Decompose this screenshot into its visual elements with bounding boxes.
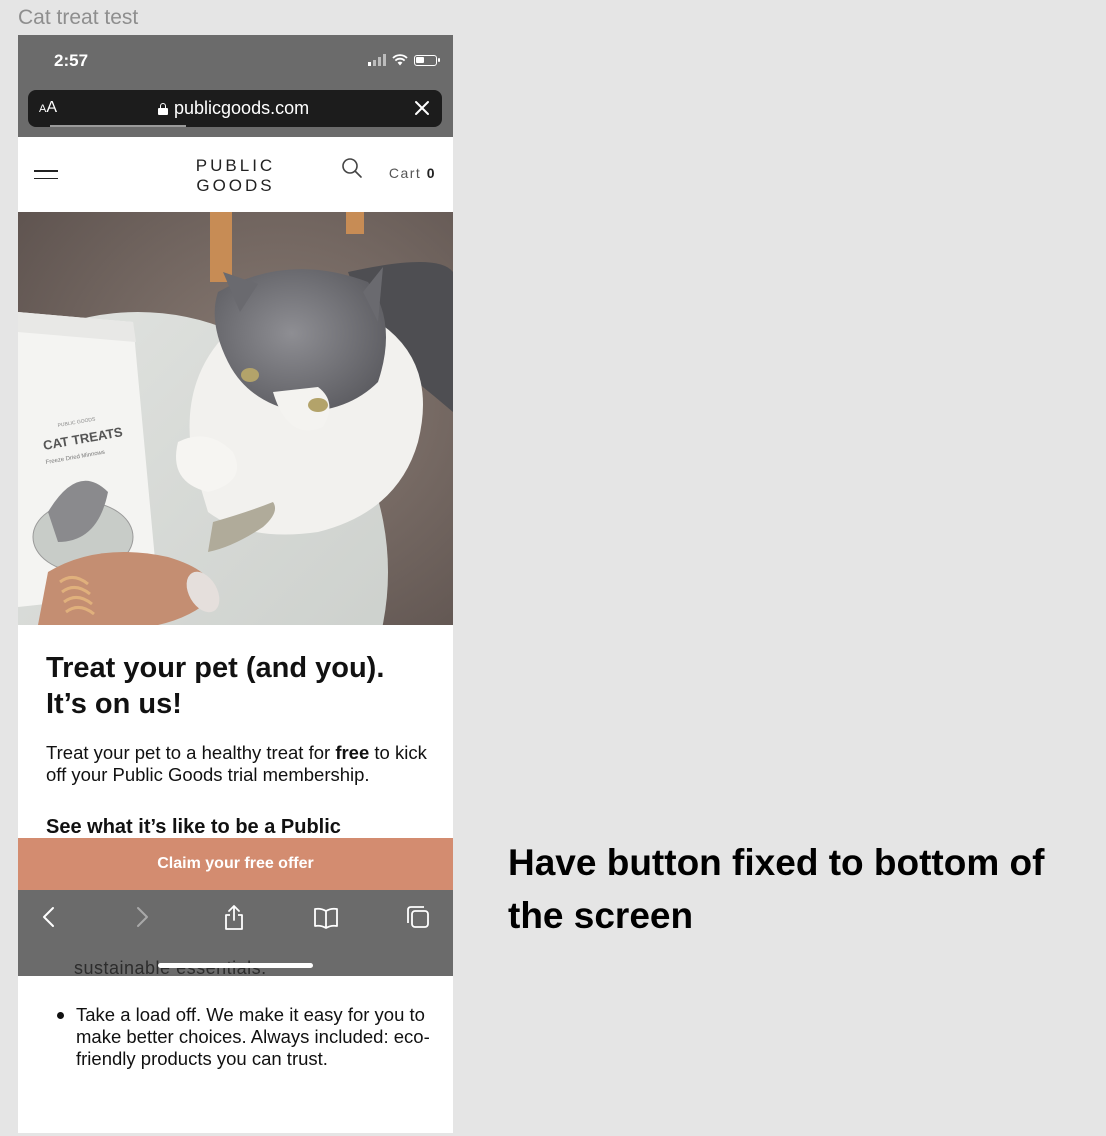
text-size-button[interactable]: AA bbox=[39, 99, 57, 117]
site-logo[interactable]: PUBLIC GOODS bbox=[18, 156, 453, 196]
cart-count: 0 bbox=[426, 165, 436, 181]
benefits-list: Take a load off. We make it easy for you… bbox=[54, 1004, 444, 1070]
close-icon[interactable] bbox=[412, 98, 432, 118]
frame-title: Cat treat test bbox=[18, 6, 139, 29]
forward-icon[interactable] bbox=[129, 904, 155, 930]
design-annotation: Have button fixed to bottom of the scree… bbox=[508, 842, 1045, 936]
browser-toolbar: sustainable essentials. bbox=[18, 890, 453, 976]
battery-icon bbox=[414, 55, 440, 66]
page-load-progress bbox=[50, 125, 186, 127]
section-subhead: See what it’s like to be a Public bbox=[46, 816, 341, 838]
wifi-icon bbox=[392, 54, 408, 66]
offer-content: Treat your pet (and you). It’s on us! Tr… bbox=[46, 650, 436, 839]
bullet-dot bbox=[57, 1012, 64, 1019]
claim-offer-button[interactable]: Claim your free offer bbox=[18, 838, 453, 890]
share-icon[interactable] bbox=[221, 904, 247, 930]
back-icon[interactable] bbox=[36, 904, 62, 930]
bookmarks-icon[interactable] bbox=[313, 904, 339, 930]
list-item: Take a load off. We make it easy for you… bbox=[54, 1004, 444, 1070]
hero-image: CAT TREATS PUBLIC GOODS Freeze Dried Min… bbox=[18, 212, 453, 625]
status-bar: 2:57 AA publicgoods.com bbox=[18, 35, 453, 137]
offer-headline: Treat your pet (and you). It’s on us! bbox=[46, 652, 385, 720]
search-icon[interactable] bbox=[341, 157, 363, 179]
url-text[interactable]: publicgoods.com bbox=[158, 98, 309, 119]
lock-icon bbox=[158, 102, 168, 115]
phone-screen: 2:57 AA publicgoods.com PUBLIC GOODS Car… bbox=[18, 35, 453, 1133]
url-label: publicgoods.com bbox=[174, 98, 310, 118]
url-bar[interactable]: AA publicgoods.com bbox=[28, 90, 442, 127]
site-header: PUBLIC GOODS Cart 0 bbox=[18, 137, 453, 213]
cta-bar: Claim your free offer bbox=[18, 838, 453, 890]
list-item-text: Take a load off. We make it easy for you… bbox=[76, 1004, 430, 1069]
status-icons bbox=[368, 54, 440, 66]
tabs-icon[interactable] bbox=[405, 904, 431, 930]
status-time: 2:57 bbox=[54, 51, 89, 70]
home-indicator bbox=[158, 963, 313, 968]
signal-icon bbox=[368, 54, 386, 66]
cart-link[interactable]: Cart 0 bbox=[389, 165, 436, 181]
offer-description: Treat your pet to a healthy treat for fr… bbox=[46, 742, 427, 785]
